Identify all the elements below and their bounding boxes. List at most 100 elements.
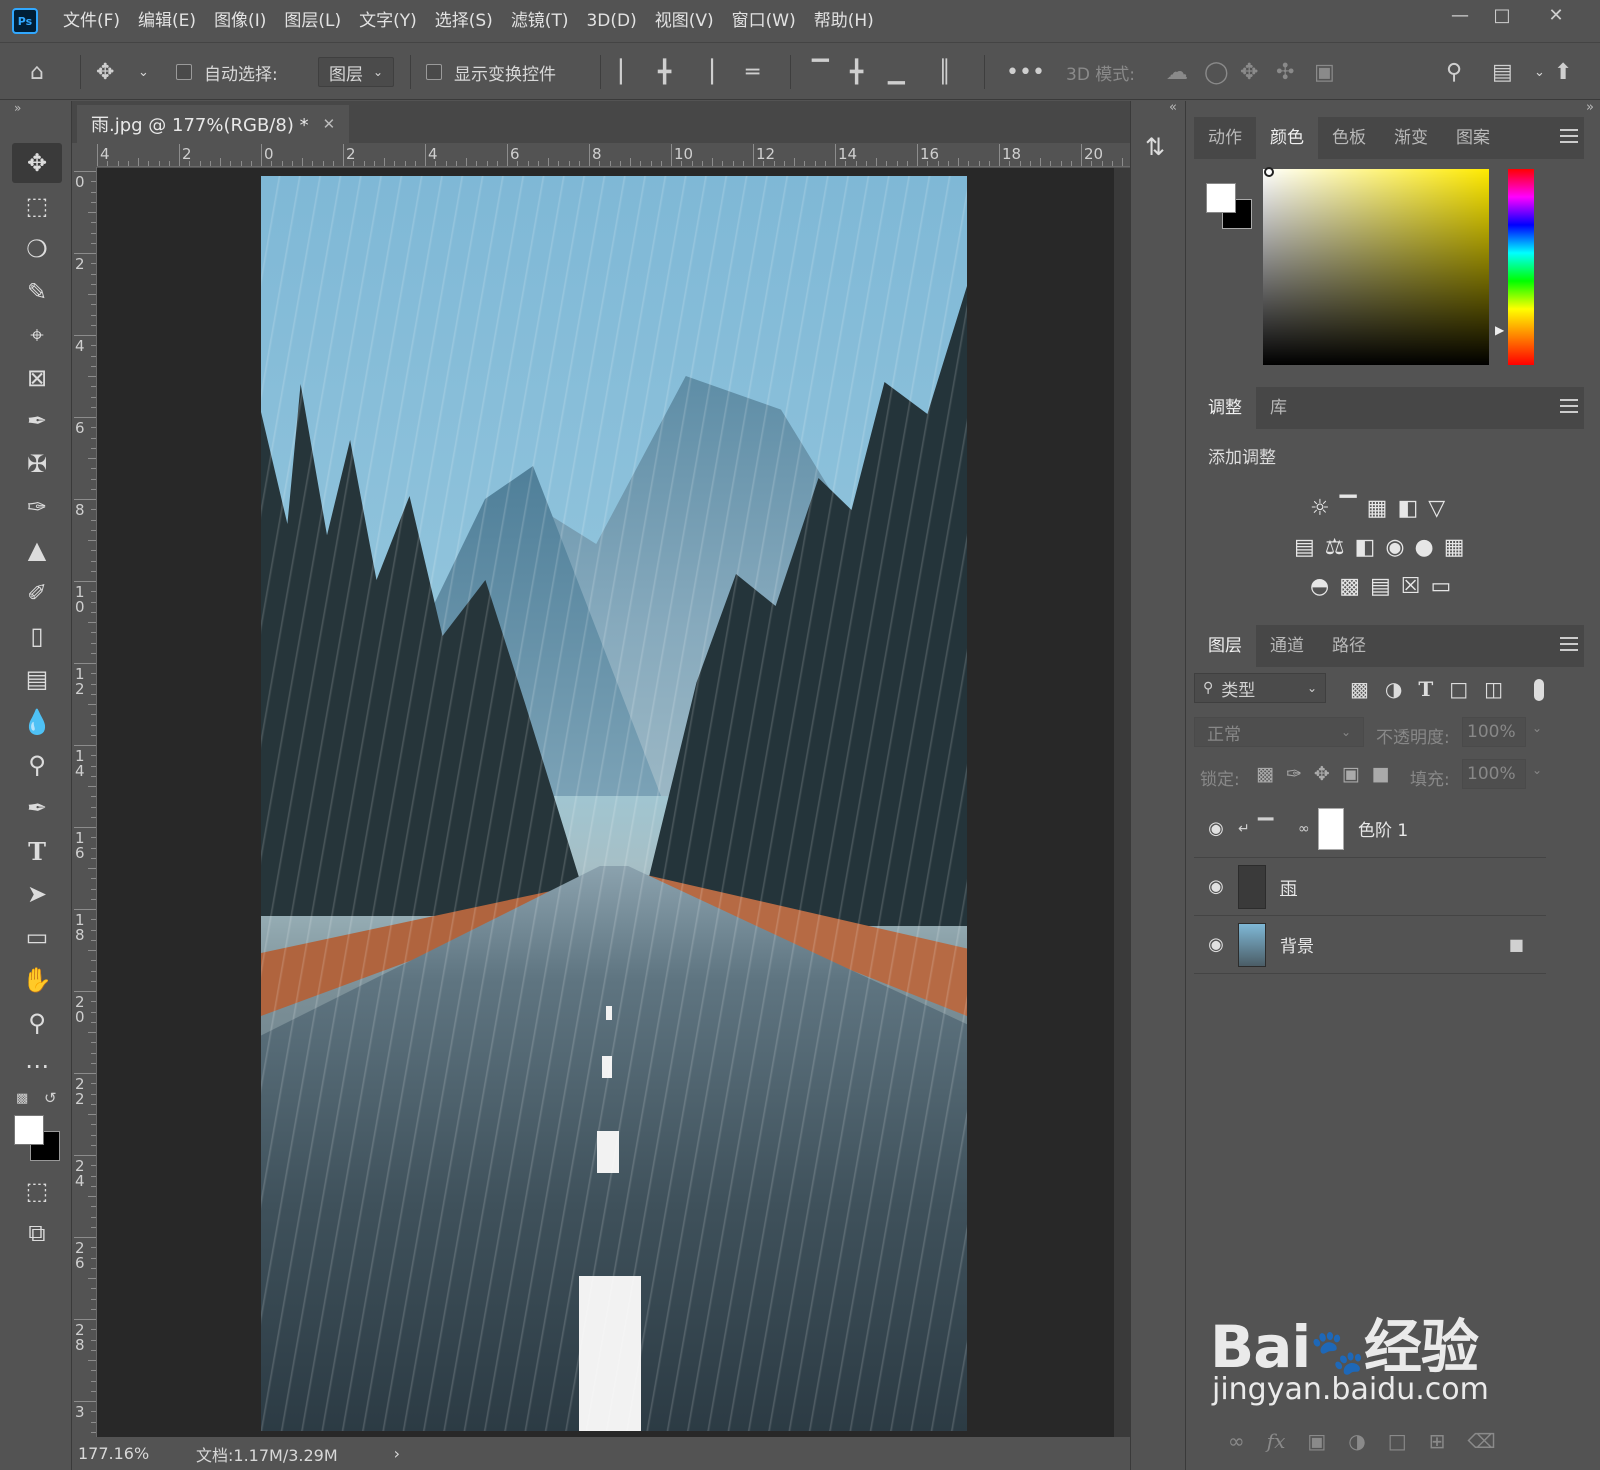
- zoom-tool-icon[interactable]: ⚲: [12, 1003, 62, 1043]
- document-tab[interactable]: 雨.jpg @ 177%(RGB/8) * ✕: [77, 105, 350, 143]
- filter-smart-object-icon[interactable]: ◫: [1484, 677, 1503, 701]
- fg-color-chip[interactable]: [1206, 183, 1236, 213]
- 3d-roll-icon[interactable]: ◯: [1204, 43, 1229, 101]
- color-picker-handle[interactable]: [1264, 167, 1274, 177]
- selective-color-icon[interactable]: ☒: [1401, 574, 1421, 599]
- delete-layer-icon[interactable]: ⌫: [1467, 1429, 1495, 1453]
- menu-filter[interactable]: 滤镜(T): [502, 0, 578, 42]
- posterize-icon[interactable]: ▩: [1339, 574, 1360, 599]
- new-layer-icon[interactable]: ⊞: [1429, 1429, 1446, 1453]
- frame-tool-icon[interactable]: ⊠: [12, 358, 62, 398]
- fx-icon[interactable]: fx: [1267, 1429, 1286, 1453]
- black-white-icon[interactable]: ◧: [1355, 535, 1376, 560]
- minimize-button[interactable]: —: [1440, 0, 1480, 30]
- tab-adjustments[interactable]: 调整: [1194, 387, 1256, 429]
- document-info[interactable]: 文档:1.17M/3.29M: [196, 1442, 338, 1466]
- distribute-icon[interactable]: ═: [746, 43, 759, 101]
- filter-type-icon[interactable]: T: [1418, 677, 1433, 701]
- rectangle-tool-icon[interactable]: ▭: [12, 917, 62, 957]
- add-mask-icon[interactable]: ▣: [1307, 1429, 1326, 1453]
- lasso-tool-icon[interactable]: ❍: [12, 229, 62, 269]
- chevron-down-icon[interactable]: ⌄: [138, 43, 149, 101]
- close-tab-icon[interactable]: ✕: [323, 115, 336, 133]
- distribute-v-icon[interactable]: ║: [938, 43, 951, 101]
- channel-mixer-icon[interactable]: ●: [1415, 535, 1434, 560]
- color-lookup-icon[interactable]: ▦: [1444, 535, 1465, 560]
- invert-icon[interactable]: ◓: [1310, 574, 1329, 599]
- show-transform-checkbox[interactable]: [426, 64, 442, 80]
- link-layers-icon[interactable]: ∞: [1228, 1429, 1245, 1453]
- type-tool-icon[interactable]: T: [12, 831, 62, 871]
- gradient-tool-icon[interactable]: ▤: [12, 659, 62, 699]
- menu-edit[interactable]: 编辑(E): [129, 0, 205, 42]
- dodge-tool-icon[interactable]: ⚲: [12, 745, 62, 785]
- curves-icon[interactable]: ▦: [1367, 496, 1388, 521]
- vibrance-icon[interactable]: ▽: [1428, 496, 1445, 521]
- menu-window[interactable]: 窗口(W): [723, 0, 805, 42]
- levels-icon[interactable]: ▔: [1340, 496, 1357, 521]
- visibility-eye-icon[interactable]: ◉: [1194, 934, 1238, 955]
- chevron-down-icon[interactable]: ⌄: [1532, 721, 1542, 735]
- layer-row[interactable]: ◉ 雨: [1194, 858, 1546, 916]
- layer-mask-thumbnail[interactable]: [1318, 807, 1344, 850]
- eyedropper-tool-icon[interactable]: ✒: [12, 401, 62, 441]
- 3d-orbit-icon[interactable]: ☁: [1166, 43, 1188, 101]
- exposure-icon[interactable]: ◧: [1397, 496, 1418, 521]
- maximize-button[interactable]: □: [1482, 0, 1522, 30]
- opacity-field[interactable]: 100%: [1462, 717, 1526, 747]
- panel-menu-icon[interactable]: [1560, 129, 1578, 143]
- lock-transparency-icon[interactable]: ▩: [1256, 763, 1274, 785]
- menu-type[interactable]: 文字(Y): [350, 0, 426, 42]
- menu-3d[interactable]: 3D(D): [577, 0, 645, 42]
- more-tools-icon[interactable]: ⋯: [12, 1046, 62, 1086]
- brush-tool-icon[interactable]: ✑: [12, 487, 62, 527]
- tab-libraries[interactable]: 库: [1256, 387, 1301, 429]
- lock-all-icon[interactable]: ■: [1372, 763, 1390, 785]
- layer-name[interactable]: 背景: [1280, 932, 1314, 957]
- move-tool-icon[interactable]: ✥: [12, 143, 62, 183]
- layer-filter-dropdown[interactable]: ⚲ 类型 ⌄: [1194, 673, 1326, 703]
- foreground-color-swatch[interactable]: [14, 1115, 44, 1145]
- pen-tool-icon[interactable]: ✒: [12, 788, 62, 828]
- filter-adjustment-icon[interactable]: ◑: [1385, 677, 1402, 701]
- rain-road-photo[interactable]: [261, 176, 967, 1431]
- quick-mask-icon[interactable]: ⬚: [12, 1171, 62, 1211]
- history-panel-icon[interactable]: ⇅: [1145, 133, 1165, 161]
- lock-artboard-icon[interactable]: ▣: [1342, 763, 1360, 785]
- hue-saturation-icon[interactable]: ▤: [1294, 535, 1315, 560]
- 3d-slide-icon[interactable]: ✣: [1276, 43, 1294, 101]
- tab-actions[interactable]: 动作: [1194, 117, 1256, 159]
- horizontal-ruler[interactable]: 4 2 0 2 4 6 8 10 12 14 16 18 20: [97, 143, 1130, 167]
- clone-stamp-tool-icon[interactable]: ▲: [12, 530, 62, 570]
- healing-brush-tool-icon[interactable]: ✠: [12, 444, 62, 484]
- layer-name[interactable]: 雨: [1280, 874, 1297, 899]
- panel-menu-icon[interactable]: [1560, 399, 1578, 413]
- more-options-icon[interactable]: •••: [1006, 43, 1045, 101]
- align-top-icon[interactable]: ▔: [812, 43, 829, 101]
- tab-paths[interactable]: 路径: [1318, 625, 1380, 667]
- lock-pixels-icon[interactable]: ✑: [1286, 763, 1302, 785]
- move-tool-preset-icon[interactable]: ✥: [96, 43, 114, 101]
- collapse-icon[interactable]: «: [1169, 100, 1177, 115]
- close-window-button[interactable]: ✕: [1536, 0, 1576, 30]
- layer-name[interactable]: 色阶 1: [1358, 816, 1408, 841]
- search-icon[interactable]: ⚲: [1446, 43, 1462, 101]
- new-adjustment-icon[interactable]: ◑: [1348, 1429, 1365, 1453]
- tab-color[interactable]: 颜色: [1256, 117, 1318, 159]
- auto-select-checkbox[interactable]: [176, 64, 192, 80]
- blur-tool-icon[interactable]: 💧: [12, 702, 62, 742]
- align-center-h-icon[interactable]: ╋: [658, 43, 671, 101]
- visibility-eye-icon[interactable]: ◉: [1194, 876, 1238, 897]
- tab-layers[interactable]: 图层: [1194, 625, 1256, 667]
- tab-gradients[interactable]: 渐变: [1380, 117, 1442, 159]
- chevron-down-icon[interactable]: ⌄: [1532, 763, 1542, 777]
- fill-field[interactable]: 100%: [1462, 759, 1526, 789]
- screen-mode-icon[interactable]: ⧉: [12, 1213, 62, 1253]
- hue-slider-handle-icon[interactable]: ▶: [1495, 323, 1504, 337]
- layer-row[interactable]: ◉ ↵ ▔ ∞ 色阶 1: [1194, 800, 1546, 858]
- align-left-icon[interactable]: ▏: [620, 43, 637, 101]
- home-icon[interactable]: ⌂: [30, 43, 44, 101]
- menu-layer[interactable]: 图层(L): [275, 0, 350, 42]
- menu-select[interactable]: 选择(S): [426, 0, 502, 42]
- eraser-tool-icon[interactable]: ▯: [12, 616, 62, 656]
